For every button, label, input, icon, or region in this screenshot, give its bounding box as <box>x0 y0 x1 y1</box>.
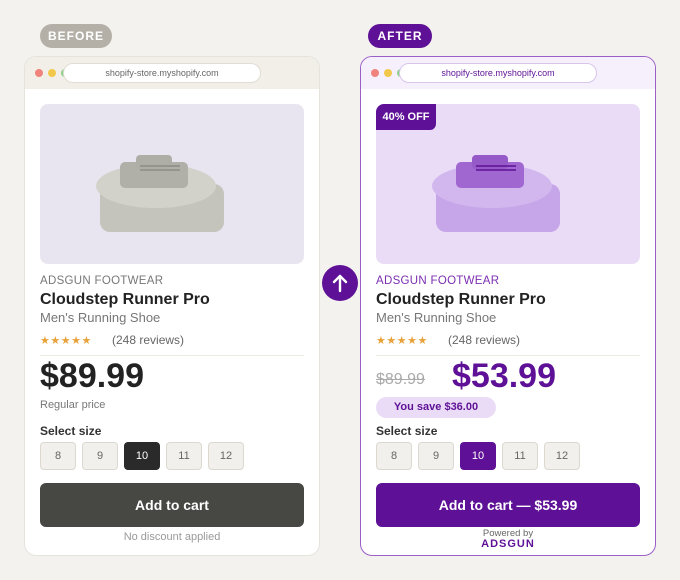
window-close-dot <box>371 69 379 77</box>
divider <box>376 355 640 356</box>
address-bar[interactable]: shopify-store.myshopify.com <box>63 63 261 83</box>
size-label: Select size <box>40 424 102 438</box>
product-title[interactable]: Cloudstep Runner Pro <box>376 291 546 309</box>
rating-stars: ★★★★★ <box>40 335 92 347</box>
size-option-12[interactable]: 12 <box>544 442 580 470</box>
divider <box>40 355 304 356</box>
address-bar[interactable]: shopify-store.myshopify.com <box>399 63 597 83</box>
browser-chrome: shopify-store.myshopify.com <box>361 57 655 89</box>
window-minimize-dot <box>384 69 392 77</box>
arrow-up-icon <box>332 274 348 293</box>
transition-arrow <box>322 265 358 301</box>
size-selector: 8 9 10 11 12 <box>376 442 580 470</box>
review-count[interactable]: (248 reviews) <box>448 333 520 347</box>
size-option-8[interactable]: 8 <box>40 442 76 470</box>
size-option-10[interactable]: 10 <box>124 442 160 470</box>
before-product-card: shopify-store.myshopify.com ADSGUN FOOTW… <box>24 56 320 556</box>
size-option-9[interactable]: 9 <box>82 442 118 470</box>
review-count[interactable]: (248 reviews) <box>112 333 184 347</box>
sneaker-icon <box>96 155 224 232</box>
window-close-dot <box>35 69 43 77</box>
browser-chrome: shopify-store.myshopify.com <box>25 57 319 89</box>
size-option-8[interactable]: 8 <box>376 442 412 470</box>
product-brand: ADSGUN FOOTWEAR <box>40 275 164 287</box>
discount-note: No discount applied <box>123 531 221 543</box>
product-image: 40% OFF <box>376 104 640 264</box>
product-brand: ADSGUN FOOTWEAR <box>376 275 500 287</box>
price-note: Regular price <box>40 399 106 411</box>
size-option-11[interactable]: 11 <box>166 442 202 470</box>
after-product-card: shopify-store.myshopify.com 40% OFF ADSG… <box>360 56 656 556</box>
price: $89.99 <box>40 357 144 395</box>
product-title[interactable]: Cloudstep Runner Pro <box>40 291 210 309</box>
size-option-10[interactable]: 10 <box>460 442 496 470</box>
add-to-cart-button[interactable]: Add to cart — $53.99 <box>376 483 640 527</box>
savings-badge: You save $36.00 <box>376 397 496 418</box>
sale-price: $53.99 <box>452 357 556 395</box>
size-label: Select size <box>376 424 438 438</box>
product-category: Men's Running Shoe <box>376 310 497 325</box>
window-minimize-dot <box>48 69 56 77</box>
before-label: BEFORE <box>40 24 112 48</box>
add-to-cart-button[interactable]: Add to cart <box>40 483 304 527</box>
size-selector: 8 9 10 11 12 <box>40 442 244 470</box>
original-price: $89.99 <box>376 371 425 388</box>
product-image <box>40 104 304 264</box>
size-option-12[interactable]: 12 <box>208 442 244 470</box>
size-option-11[interactable]: 11 <box>502 442 538 470</box>
powered-by-brand: ADSGUN <box>481 538 535 550</box>
product-category: Men's Running Shoe <box>40 310 161 325</box>
size-option-9[interactable]: 9 <box>418 442 454 470</box>
rating-stars: ★★★★★ <box>376 335 428 347</box>
discount-badge: 40% OFF <box>376 104 436 130</box>
after-label: AFTER <box>368 24 432 48</box>
